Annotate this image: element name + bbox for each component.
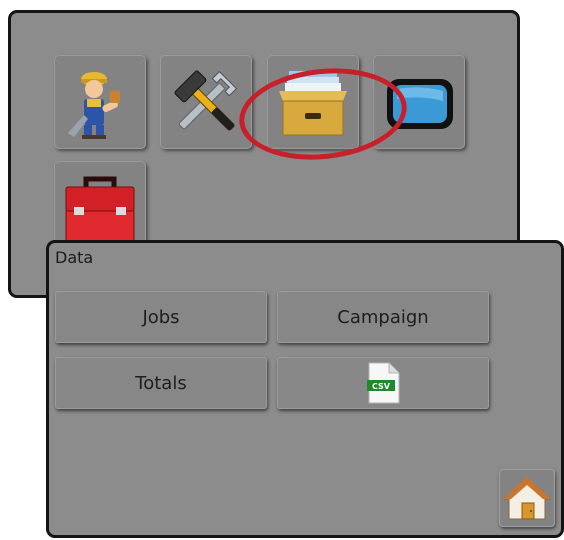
data-panel: Data Jobs Campaign Totals CSV — [46, 240, 564, 538]
csv-file-icon: CSV — [367, 362, 400, 404]
home-icon — [503, 477, 551, 520]
display-icon — [387, 79, 453, 129]
file-drawer-tile[interactable] — [267, 55, 359, 149]
csv-export-button[interactable]: CSV — [277, 357, 489, 409]
worker-tile[interactable] — [54, 55, 146, 149]
file-drawer-icon — [279, 71, 347, 136]
csv-badge-text: CSV — [372, 382, 391, 391]
jobs-button-label: Jobs — [142, 306, 180, 328]
totals-button-label: Totals — [135, 372, 187, 394]
campaign-button[interactable]: Campaign — [277, 291, 489, 343]
tools-icon — [174, 70, 238, 131]
display-tile[interactable] — [373, 55, 465, 149]
campaign-button-label: Campaign — [337, 306, 429, 328]
panel-title: Data — [55, 248, 94, 267]
screen: Data Jobs Campaign Totals CSV — [0, 0, 564, 540]
worker-icon — [68, 72, 120, 139]
home-button[interactable] — [499, 469, 555, 527]
jobs-button[interactable]: Jobs — [55, 291, 267, 343]
tools-tile[interactable] — [160, 55, 252, 149]
totals-button[interactable]: Totals — [55, 357, 267, 409]
